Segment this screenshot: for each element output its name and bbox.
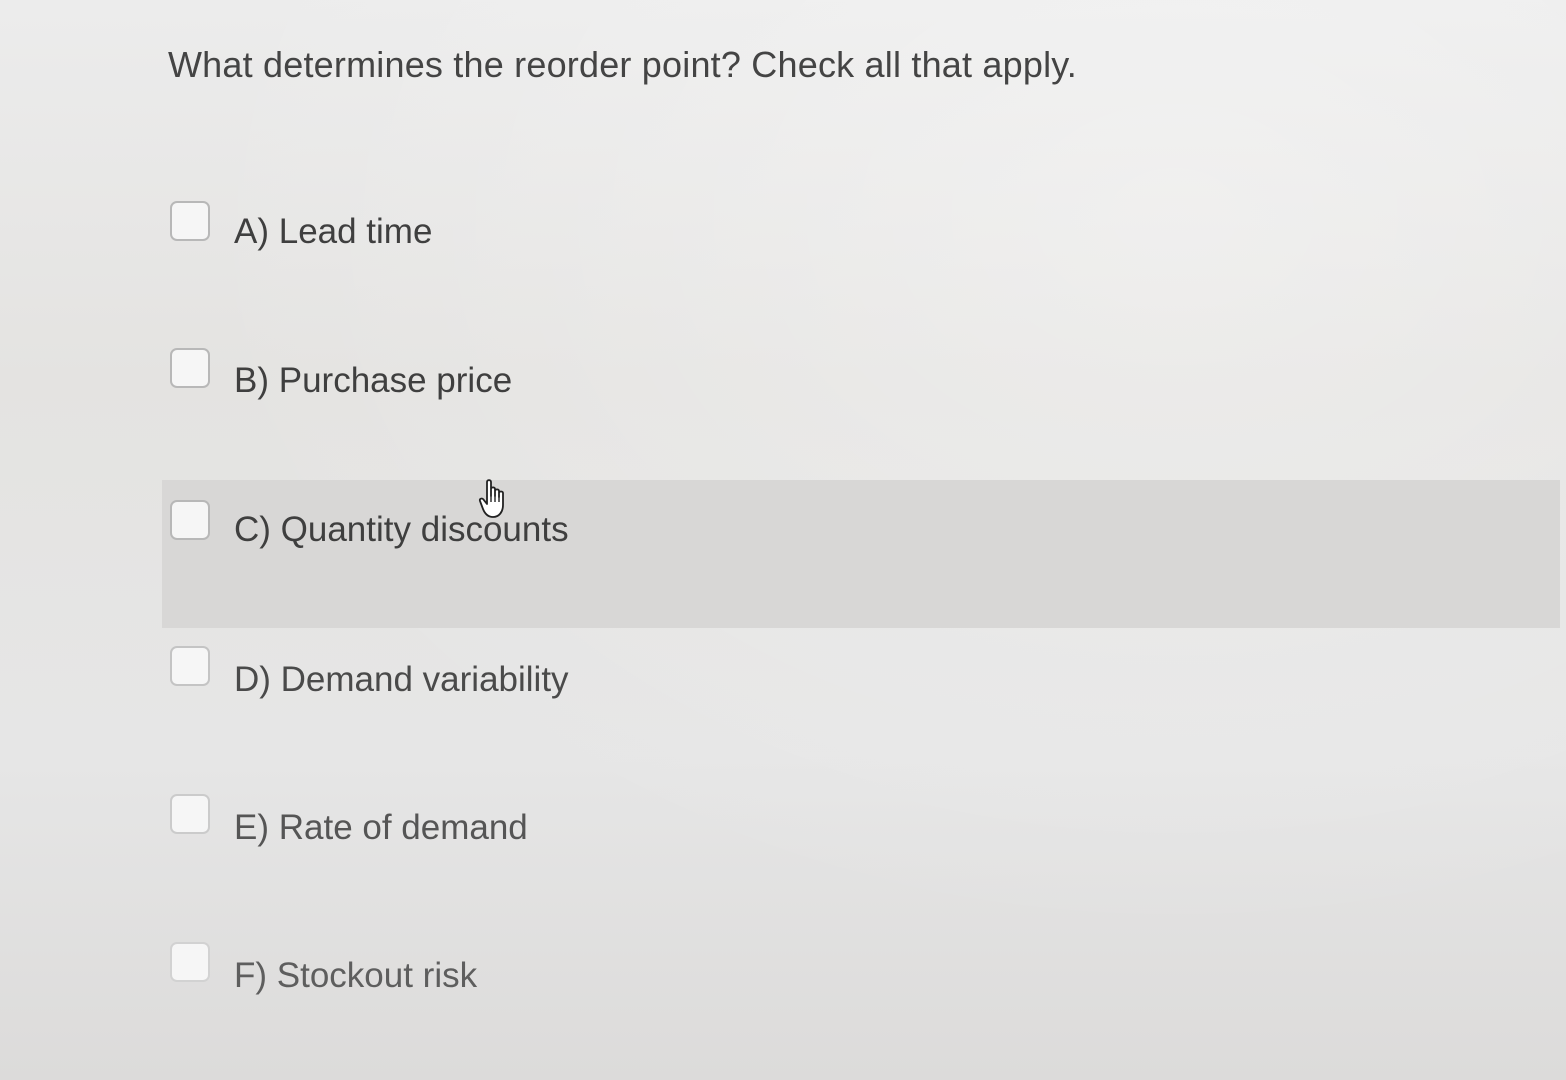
option-d[interactable]: D) Demand variability [162,630,1560,775]
option-f-checkbox[interactable] [170,942,210,982]
option-c-checkbox[interactable] [170,500,210,540]
option-a-label[interactable]: A) Lead time [234,212,432,252]
option-f-label[interactable]: F) Stockout risk [234,956,477,996]
option-c[interactable]: C) Quantity discounts [162,480,1560,628]
option-f[interactable]: F) Stockout risk [162,928,1560,1073]
option-b-label[interactable]: B) Purchase price [234,361,512,401]
option-b[interactable]: B) Purchase price [162,330,1560,475]
option-a[interactable]: A) Lead time [162,180,1560,325]
option-e-checkbox[interactable] [170,794,210,834]
option-c-label[interactable]: C) Quantity discounts [234,510,569,550]
option-b-checkbox[interactable] [170,348,210,388]
option-e-label[interactable]: E) Rate of demand [234,808,528,848]
option-e[interactable]: E) Rate of demand [162,778,1560,923]
option-d-label[interactable]: D) Demand variability [234,660,569,700]
option-a-checkbox[interactable] [170,201,210,241]
question-text: What determines the reorder point? Check… [168,44,1078,85]
option-d-checkbox[interactable] [170,646,210,686]
